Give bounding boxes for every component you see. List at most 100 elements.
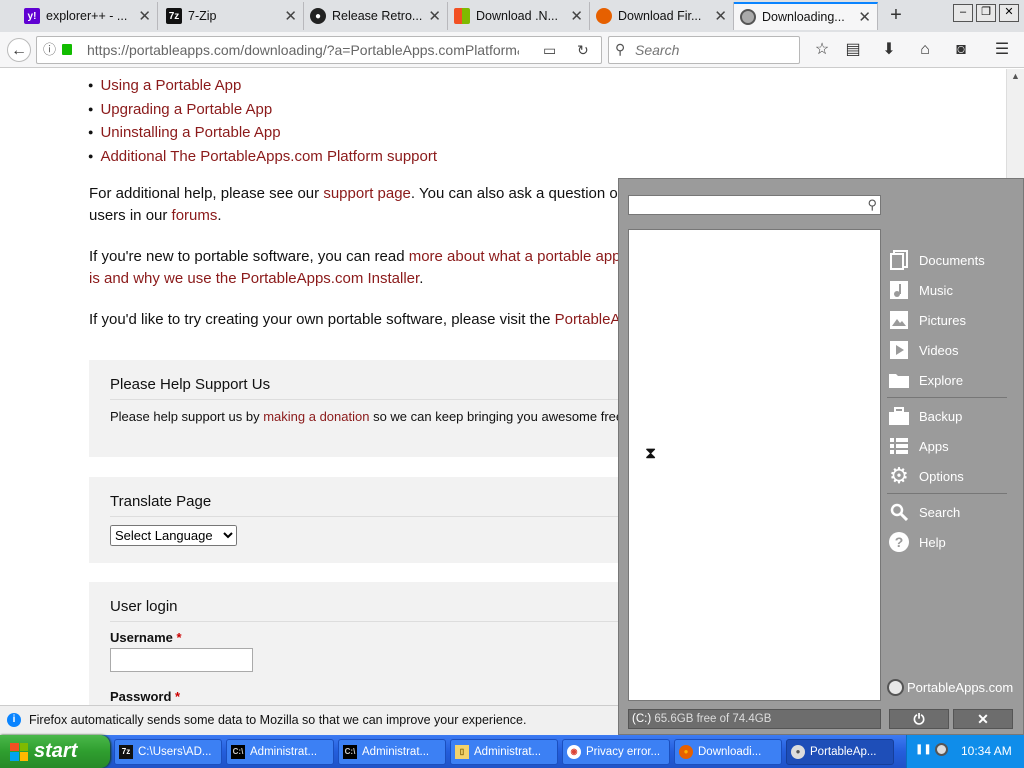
help-link[interactable]: Using a Portable App bbox=[100, 77, 241, 94]
taskbar-item[interactable]: ◉ Privacy error... bbox=[562, 739, 670, 765]
7zip-icon: 7z bbox=[119, 745, 133, 759]
divider bbox=[110, 621, 629, 622]
list-item[interactable]: Upgrading a Portable App bbox=[88, 99, 437, 123]
restore-button[interactable]: ❐ bbox=[976, 4, 996, 22]
tab-download-firefox[interactable]: Download Fir... ✕ bbox=[590, 2, 734, 30]
taskbar-item-label: Administrat... bbox=[362, 746, 430, 758]
installer-link[interactable]: is and why we use the PortableApps.com I… bbox=[89, 270, 419, 287]
portable-app-link[interactable]: more about what a portable app bbox=[409, 248, 621, 265]
reader-view-icon[interactable]: ▭ bbox=[543, 37, 556, 63]
portableapps-dev-link[interactable]: PortableA bbox=[555, 311, 621, 328]
close-tab-icon[interactable]: ✕ bbox=[570, 7, 583, 25]
menu-item-search[interactable]: Search bbox=[889, 499, 1019, 525]
username-field[interactable] bbox=[110, 648, 253, 672]
url-text[interactable]: https://portableapps.com/downloading/?a=… bbox=[87, 37, 519, 63]
new-tab-button[interactable]: + bbox=[884, 4, 908, 28]
minimize-button[interactable]: – bbox=[953, 4, 973, 22]
taskbar-item[interactable]: C:\ Administrat... bbox=[338, 739, 446, 765]
menu-item-backup[interactable]: Backup bbox=[889, 403, 1019, 429]
menu-item-videos[interactable]: Videos bbox=[889, 337, 1019, 363]
power-button[interactable]: ⏻ bbox=[889, 709, 949, 729]
menu-item-label: Videos bbox=[919, 342, 959, 358]
list-item[interactable]: Using a Portable App bbox=[88, 75, 437, 99]
menu-item-apps[interactable]: Apps bbox=[889, 433, 1019, 459]
tab-title: Downloading... bbox=[762, 10, 845, 24]
start-button[interactable]: start bbox=[0, 735, 110, 768]
close-tab-icon[interactable]: ✕ bbox=[714, 7, 727, 25]
close-menu-button[interactable]: ✕ bbox=[953, 709, 1013, 729]
url-bar[interactable]: ⓘ https://portableapps.com/downloading/?… bbox=[36, 36, 602, 64]
taskbar-item-active[interactable]: ● PortableAp... bbox=[786, 739, 894, 765]
help-link[interactable]: Additional The PortableApps.com Platform… bbox=[100, 148, 437, 165]
taskbar-item-label: Administrat... bbox=[474, 746, 542, 758]
help-link[interactable]: Upgrading a Portable App bbox=[100, 101, 272, 118]
menu-icon[interactable]: ☰ bbox=[990, 38, 1014, 62]
scroll-up-icon[interactable]: ▲ bbox=[1011, 71, 1020, 81]
text: . bbox=[419, 270, 424, 287]
menu-item-music[interactable]: Music bbox=[889, 277, 1019, 303]
firefox-icon: ● bbox=[679, 745, 693, 759]
navigation-toolbar: ← ⓘ https://portableapps.com/downloading… bbox=[0, 32, 1024, 68]
tab-download-net[interactable]: Download .N... ✕ bbox=[448, 2, 590, 30]
list-item[interactable]: Additional The PortableApps.com Platform… bbox=[88, 146, 437, 170]
taskbar-item[interactable]: 7z C:\Users\AD... bbox=[114, 739, 222, 765]
menu-separator bbox=[887, 493, 1007, 494]
pocket-icon[interactable]: ◙ bbox=[949, 38, 973, 62]
close-window-button[interactable]: ✕ bbox=[999, 4, 1019, 22]
cmd-icon: C:\ bbox=[343, 745, 357, 759]
back-arrow-icon[interactable]: ← bbox=[7, 38, 31, 62]
bookmark-star-icon[interactable]: ☆ bbox=[810, 38, 834, 62]
list-item[interactable]: Uninstalling a Portable App bbox=[88, 122, 437, 146]
taskbar-item[interactable]: ▯ Administrat... bbox=[450, 739, 558, 765]
help-links-list: Using a Portable App Upgrading a Portabl… bbox=[88, 75, 437, 169]
required-mark: * bbox=[175, 689, 181, 704]
search-icon bbox=[889, 502, 909, 522]
app-list[interactable] bbox=[628, 229, 881, 701]
tab-explorer-plus[interactable]: y! explorer++ - ... ✕ bbox=[18, 2, 158, 30]
help-link[interactable]: Uninstalling a Portable App bbox=[100, 124, 280, 141]
tab-7zip[interactable]: 7z 7-Zip ✕ bbox=[160, 2, 304, 30]
close-tab-icon[interactable]: ✕ bbox=[138, 7, 151, 25]
menu-item-label: Documents bbox=[919, 252, 985, 268]
support-page-link[interactable]: support page bbox=[323, 185, 411, 202]
donation-link[interactable]: making a donation bbox=[263, 409, 369, 424]
tab-title: Download .N... bbox=[476, 9, 558, 23]
taskbar-item-label: Downloadi... bbox=[698, 746, 762, 758]
menu-item-options[interactable]: ⚙ Options bbox=[889, 463, 1019, 489]
divider bbox=[110, 516, 629, 517]
create-software-paragraph: If you'd like to try creating your own p… bbox=[89, 309, 629, 331]
library-icon[interactable]: ▤ bbox=[841, 38, 865, 62]
menu-item-explore[interactable]: Explore bbox=[889, 367, 1019, 393]
reload-icon[interactable]: ↻ bbox=[577, 37, 589, 63]
search-input[interactable] bbox=[635, 41, 795, 59]
cmd-icon: C:\ bbox=[231, 745, 245, 759]
svg-text:?: ? bbox=[895, 534, 904, 550]
close-tab-icon[interactable]: ✕ bbox=[284, 7, 297, 25]
portableapps-menu: ⚲ Documents Music Pictures Videos Explor… bbox=[618, 178, 1024, 735]
tab-release-retro[interactable]: ● Release Retro... ✕ bbox=[304, 2, 448, 30]
portableapps-tray-icon[interactable] bbox=[935, 743, 948, 756]
home-icon[interactable]: ⌂ bbox=[913, 38, 937, 62]
taskbar-item-label: C:\Users\AD... bbox=[138, 746, 212, 758]
menu-item-documents[interactable]: Documents bbox=[889, 247, 1019, 273]
app-search-input[interactable]: ⚲ bbox=[628, 195, 881, 215]
download-icon[interactable]: ⬇ bbox=[877, 38, 901, 62]
help-icon: ? bbox=[889, 532, 909, 552]
close-tab-icon[interactable]: ✕ bbox=[858, 8, 871, 26]
taskbar-item[interactable]: C:\ Administrat... bbox=[226, 739, 334, 765]
tab-downloading[interactable]: Downloading... ✕ bbox=[734, 2, 878, 30]
close-tab-icon[interactable]: ✕ bbox=[428, 7, 441, 25]
gear-icon: ⚙ bbox=[889, 463, 909, 488]
search-icon[interactable]: ⚲ bbox=[867, 197, 877, 213]
menu-item-help[interactable]: ? Help bbox=[889, 529, 1019, 555]
tray-pause-icon[interactable]: ❚❚ bbox=[915, 744, 932, 755]
portableapps-logo: PortableApps.com bbox=[887, 679, 1013, 696]
search-bar[interactable]: ⚲ bbox=[608, 36, 800, 64]
info-icon[interactable]: ⓘ bbox=[43, 37, 56, 63]
divider bbox=[110, 399, 629, 400]
taskbar-item[interactable]: ● Downloadi... bbox=[674, 739, 782, 765]
forums-link[interactable]: forums bbox=[172, 207, 218, 224]
username-label: Username * bbox=[110, 630, 182, 645]
language-select[interactable]: Select Language bbox=[110, 525, 237, 546]
menu-item-pictures[interactable]: Pictures bbox=[889, 307, 1019, 333]
